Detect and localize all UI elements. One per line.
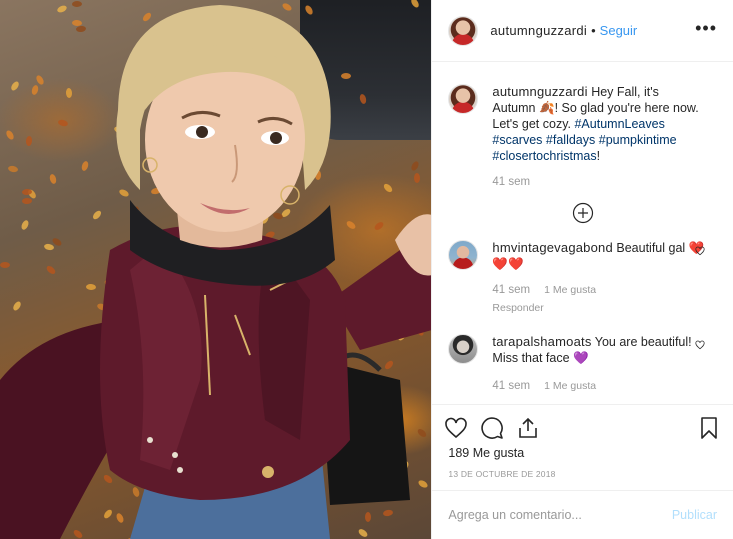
commenter-username[interactable]: hmvintagevagabond — [492, 240, 613, 255]
purple-heart-emoji: 💜 — [573, 351, 589, 365]
commenter-avatar[interactable] — [448, 240, 479, 270]
post-date[interactable]: 13 DE OCTUBRE DE 2018 — [448, 469, 555, 479]
comment-bubble-icon[interactable] — [480, 416, 504, 440]
save-bookmark-icon[interactable] — [697, 416, 721, 440]
like-heart-icon[interactable] — [444, 416, 468, 440]
caption-end: ! — [596, 149, 601, 163]
add-comment-bar: Agrega un comentario... Publicar — [432, 490, 733, 539]
caption-username[interactable]: autumnguzzardi — [492, 84, 587, 99]
hashtag-link[interactable]: #closertochristmas — [492, 149, 596, 163]
comment-text: Beautiful gal — [616, 241, 686, 255]
hashtag-link[interactable]: #falldays — [546, 133, 595, 147]
comment-time[interactable]: 41 sem — [492, 282, 530, 298]
commenter-username[interactable]: tarapalshamoats — [492, 334, 591, 349]
header-separator: • — [591, 23, 596, 38]
publish-button[interactable]: Publicar — [672, 508, 717, 522]
hashtag-link[interactable]: #pumpkintime — [599, 133, 677, 147]
comment-like-heart-icon[interactable] — [695, 340, 705, 350]
post-header: autumnguzzardi • Seguir ••• — [432, 0, 733, 62]
post-photo[interactable] — [0, 0, 432, 539]
follow-button[interactable]: Seguir — [600, 23, 638, 38]
more-options-icon[interactable]: ••• — [695, 19, 717, 43]
comment-time[interactable]: 41 sem — [492, 378, 530, 394]
share-icon[interactable] — [516, 416, 540, 440]
comment-likes[interactable]: 1 Me gusta — [544, 282, 596, 298]
author-username[interactable]: autumnguzzardi — [490, 23, 587, 38]
commenter-avatar[interactable] — [448, 334, 479, 364]
caption-time[interactable]: 41 sem — [492, 174, 530, 190]
comment-item: hmvintagevagabond Beautiful gal ❤️❤️❤️ 4… — [432, 240, 733, 316]
selfie-person — [0, 5, 432, 539]
comment-likes[interactable]: 1 Me gusta — [544, 378, 596, 394]
hashtag-link[interactable]: #scarves — [492, 133, 542, 147]
comment-like-heart-icon[interactable] — [695, 246, 705, 256]
post-side-panel: autumnguzzardi • Seguir ••• autumnguzzar… — [431, 0, 733, 539]
hashtag-link[interactable]: #AutumnLeaves — [574, 117, 664, 131]
load-more-comments[interactable] — [432, 202, 733, 224]
post-actions — [432, 404, 733, 451]
reply-button[interactable]: Responder — [492, 300, 704, 316]
post-modal: autumnguzzardi • Seguir ••• autumnguzzar… — [0, 0, 733, 539]
leaf-emoji: 🍂 — [538, 101, 555, 115]
comment-item: tarapalshamoats You are beautiful! Miss … — [432, 334, 733, 394]
caption: autumnguzzardi Hey Fall, it's Autumn 🍂! … — [432, 84, 733, 190]
author-avatar[interactable] — [448, 15, 479, 46]
caption-avatar[interactable] — [448, 84, 479, 114]
comments-list[interactable]: autumnguzzardi Hey Fall, it's Autumn 🍂! … — [432, 62, 733, 404]
plus-circle-icon[interactable] — [572, 202, 594, 224]
likes-count[interactable]: 189 Me gusta — [448, 446, 524, 460]
comment-input[interactable]: Agrega un comentario... — [448, 508, 671, 522]
